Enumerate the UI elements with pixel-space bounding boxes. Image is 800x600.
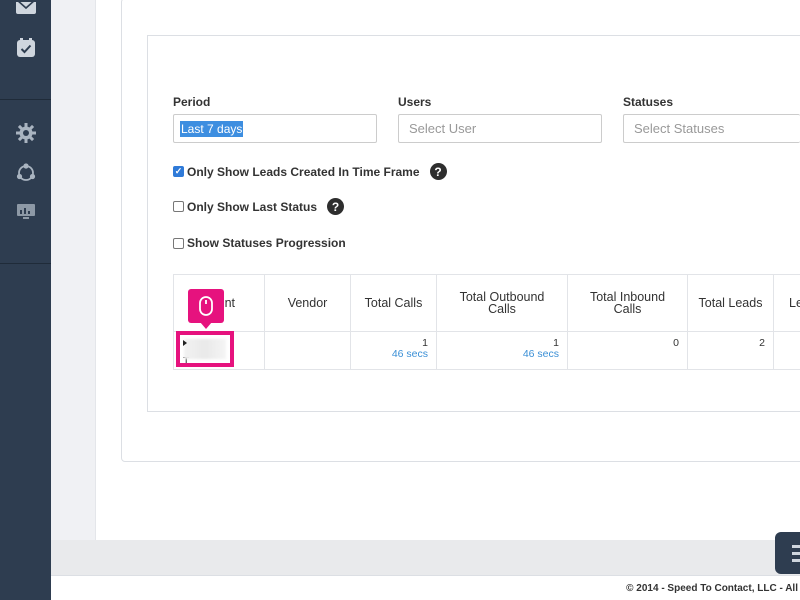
only-created-checkbox[interactable]: ✓ xyxy=(173,166,184,177)
column-header-leads-more[interactable]: Le xyxy=(774,275,800,331)
total-leads-value: 2 xyxy=(759,337,765,349)
footer-band xyxy=(51,540,800,575)
table-cell-vendor xyxy=(265,332,351,370)
mail-icon[interactable] xyxy=(0,0,51,18)
menu-icon-bar xyxy=(792,544,800,548)
table-cell-more xyxy=(774,332,800,370)
statuses-label: Statuses xyxy=(623,95,674,109)
column-header-vendor[interactable]: Vendor xyxy=(265,275,351,331)
menu-toggle-button[interactable] xyxy=(775,532,800,574)
table-cell-total-leads: 2 xyxy=(688,332,774,370)
click-target-highlight xyxy=(176,331,234,367)
column-header-total-outbound[interactable]: Total Outbound Calls xyxy=(437,275,568,331)
menu-icon-bar xyxy=(792,551,800,555)
users-label: Users xyxy=(398,95,432,109)
users-placeholder: Select User xyxy=(409,121,477,136)
total-calls-duration-link[interactable]: 46 secs xyxy=(351,349,428,360)
report-table: nt Vendor Total Calls Total Outbound Cal… xyxy=(173,274,800,370)
settings-icon[interactable] xyxy=(0,122,51,144)
period-value: Last 7 days xyxy=(180,120,244,137)
calendar-check-icon[interactable] xyxy=(0,36,51,60)
click-indicator-arrow xyxy=(200,322,212,329)
only-created-option: ✓ Only Show Leads Created In Time Frame … xyxy=(173,163,447,180)
progression-label[interactable]: Show Statuses Progression xyxy=(187,236,346,250)
last-status-label[interactable]: Only Show Last Status xyxy=(187,200,317,214)
column-header-total-leads[interactable]: Total Leads xyxy=(688,275,774,331)
period-select[interactable]: Last 7 days xyxy=(173,114,377,143)
users-select[interactable]: Select User xyxy=(398,114,602,143)
network-icon[interactable] xyxy=(0,162,51,184)
help-icon[interactable]: ? xyxy=(429,163,447,180)
copyright-text: © 2014 - Speed To Contact, LLC - All xyxy=(626,582,798,594)
copyright-footer: © 2014 - Speed To Contact, LLC - All xyxy=(51,575,800,600)
statuses-select[interactable]: Select Statuses xyxy=(623,114,800,143)
column-header-total-inbound[interactable]: Total Inbound Calls xyxy=(568,275,688,331)
sidebar-divider xyxy=(0,263,51,264)
mouse-icon xyxy=(199,296,213,316)
period-label: Period xyxy=(173,95,211,109)
sidebar xyxy=(0,0,51,600)
click-indicator xyxy=(188,289,224,323)
table-cell-total-calls: 1 46 secs xyxy=(351,332,437,370)
total-inbound-value: 0 xyxy=(673,337,679,349)
page-gutter xyxy=(51,0,96,540)
monitor-chart-icon[interactable] xyxy=(0,203,51,221)
progression-checkbox[interactable] xyxy=(173,237,184,249)
help-icon[interactable]: ? xyxy=(327,198,345,215)
sidebar-divider xyxy=(0,99,51,100)
table-cell-total-inbound: 0 xyxy=(568,332,688,370)
expand-caret-icon[interactable] xyxy=(183,340,187,346)
progression-option: Show Statuses Progression xyxy=(173,236,346,250)
table-cell-total-outbound: 1 46 secs xyxy=(437,332,568,370)
statuses-placeholder: Select Statuses xyxy=(634,121,725,136)
last-status-option: Only Show Last Status ? xyxy=(173,198,345,215)
last-status-checkbox[interactable] xyxy=(173,201,184,212)
total-outbound-duration-link[interactable]: 46 secs xyxy=(437,349,559,360)
menu-icon-bar xyxy=(792,558,800,562)
only-created-label[interactable]: Only Show Leads Created In Time Frame xyxy=(187,165,420,179)
column-header-total-calls[interactable]: Total Calls xyxy=(351,275,437,331)
